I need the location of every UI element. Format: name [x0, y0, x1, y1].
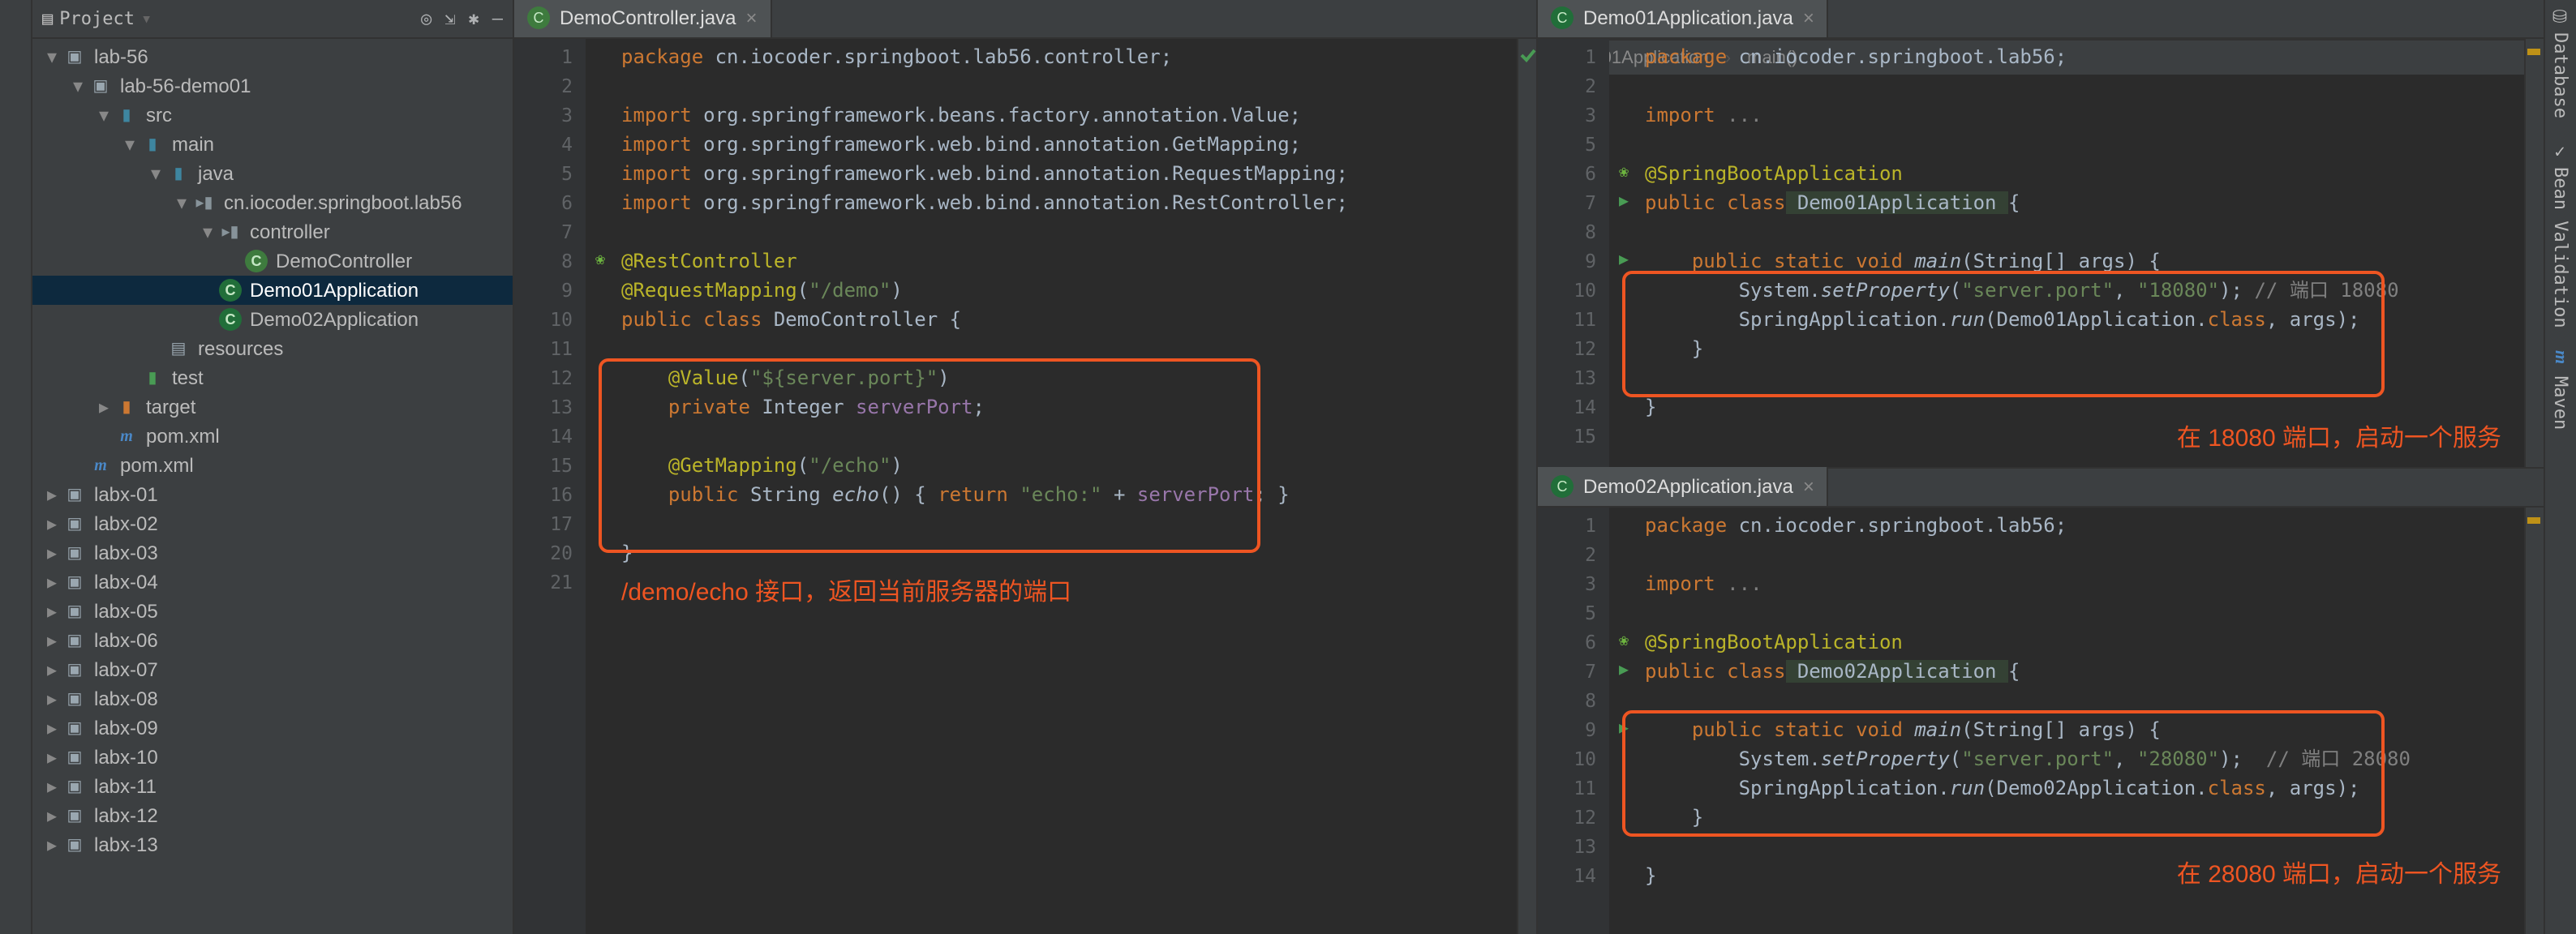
spring-class-icon: C [1551, 474, 1574, 497]
annotation-text-3: 在 28080 端口，启动一个服务 [2177, 860, 2501, 889]
tree-item-labx-03[interactable]: ▸▣labx-03 [32, 538, 513, 568]
tree-item-demo01application[interactable]: CDemo01Application [32, 276, 513, 305]
expand-icon[interactable]: ▸ [42, 600, 62, 623]
maven-icon: m [2551, 351, 2570, 371]
close-icon[interactable]: × [1803, 6, 1814, 29]
expand-icon[interactable]: ▸ [42, 542, 62, 564]
tree-item-target[interactable]: ▸▮target [32, 392, 513, 422]
tree-item-labx-02[interactable]: ▸▣labx-02 [32, 509, 513, 538]
expand-icon[interactable]: ▾ [146, 162, 165, 185]
tree-item-lab-56-demo01[interactable]: ▾▣lab-56-demo01 [32, 71, 513, 101]
expand-icon[interactable]: ▸ [42, 804, 62, 827]
expand-icon[interactable]: ▾ [198, 221, 217, 243]
gutter-r1[interactable]: 12356789101112131415 ❀▶▶ [1538, 39, 1609, 466]
expand-icon[interactable]: ▸ [42, 833, 62, 856]
code-r2[interactable]: package cn.iocoder.springboot.lab56; imp… [1609, 507, 2524, 934]
project-icon: ▤ [42, 8, 53, 29]
tree-item-controller[interactable]: ▾▸▮controller [32, 217, 513, 246]
code-left[interactable]: package cn.iocoder.springboot.lab56.cont… [586, 39, 1517, 934]
error-stripe-left[interactable] [1517, 39, 1536, 934]
tree-item-labx-01[interactable]: ▸▣labx-01 [32, 480, 513, 509]
tree-item-labx-08[interactable]: ▸▣labx-08 [32, 684, 513, 713]
editor-demo01: C Demo01Application.java × 1235678910111… [1538, 0, 2544, 468]
expand-icon[interactable]: ▸ [42, 658, 62, 681]
tool-maven[interactable]: mMaven [2550, 351, 2571, 431]
tab-democontroller[interactable]: C DemoController.java × [514, 0, 771, 37]
chevron-down-icon: ▾ [141, 8, 152, 29]
expand-icon[interactable]: ▸ [42, 571, 62, 593]
close-icon[interactable]: × [745, 6, 757, 29]
java-class-icon: C [527, 6, 550, 29]
tree-item-test[interactable]: ▮test [32, 363, 513, 392]
error-stripe-r2[interactable] [2524, 507, 2544, 934]
locate-icon[interactable]: ◎ [421, 8, 431, 29]
error-stripe-r1[interactable] [2524, 39, 2544, 466]
tree-item-pom-xml[interactable]: mpom.xml [32, 451, 513, 480]
project-tree[interactable]: ▾▣lab-56▾▣lab-56-demo01▾▮src▾▮main▾▮java… [32, 39, 513, 934]
editor-democontroller: C DemoController.java × 1234567891011121… [514, 0, 1538, 934]
annotation-text-1: /demo/echo 接口，返回当前服务器的端口 [621, 579, 1071, 608]
expand-icon[interactable]: ▾ [94, 104, 114, 126]
expand-icon[interactable]: ▸ [42, 483, 62, 506]
tree-item-cn-iocoder-springboot-lab56[interactable]: ▾▸▮cn.iocoder.springboot.lab56 [32, 188, 513, 217]
editor-tabbar-r2: C Demo02Application.java × [1538, 468, 2544, 507]
gutter-r2[interactable]: 123567891011121314 ❀▶▶ [1538, 507, 1609, 934]
tree-item-labx-09[interactable]: ▸▣labx-09 [32, 713, 513, 743]
code-r1[interactable]: package cn.iocoder.springboot.lab56; imp… [1609, 39, 2524, 466]
expand-icon[interactable]: ▸ [42, 775, 62, 798]
tree-item-democontroller[interactable]: CDemoController [32, 246, 513, 276]
annotation-text-2: 在 18080 端口，启动一个服务 [2177, 425, 2501, 454]
expand-icon[interactable]: ▾ [172, 191, 191, 214]
tree-item-labx-05[interactable]: ▸▣labx-05 [32, 597, 513, 626]
tab-demo02application[interactable]: C Demo02Application.java × [1538, 466, 1829, 505]
expand-icon[interactable]: ▸ [42, 512, 62, 535]
tree-item-labx-06[interactable]: ▸▣labx-06 [32, 626, 513, 655]
tree-item-labx-04[interactable]: ▸▣labx-04 [32, 568, 513, 597]
warning-indicator-icon [2527, 49, 2540, 55]
expand-icon[interactable]: ▸ [94, 396, 114, 418]
expand-all-icon[interactable]: ⇲ [444, 8, 455, 29]
tree-item-labx-07[interactable]: ▸▣labx-07 [32, 655, 513, 684]
gear-icon[interactable]: ✱ [469, 8, 479, 29]
validation-icon: ✓ [2551, 141, 2570, 161]
tree-item-src[interactable]: ▾▮src [32, 101, 513, 130]
close-icon[interactable]: × [1803, 474, 1814, 497]
expand-icon[interactable]: ▸ [42, 629, 62, 652]
expand-icon[interactable]: ▾ [42, 45, 62, 68]
database-icon: ⛁ [2551, 6, 2570, 26]
tree-item-lab-56[interactable]: ▾▣lab-56 [32, 42, 513, 71]
editor-tabbar-left: C DemoController.java × [514, 0, 1536, 39]
gutter-left[interactable]: 12345678910111213141516172021 ❀ [514, 39, 586, 934]
right-tool-strip: ⛁Database ✓Bean Validation mMaven [2544, 0, 2576, 934]
tree-item-labx-12[interactable]: ▸▣labx-12 [32, 801, 513, 830]
editor-tabbar-r1: C Demo01Application.java × [1538, 0, 2544, 39]
tree-item-pom-xml[interactable]: mpom.xml [32, 422, 513, 451]
tab-demo01application[interactable]: C Demo01Application.java × [1538, 0, 1829, 37]
left-tool-strip [0, 0, 32, 934]
tree-item-main[interactable]: ▾▮main [32, 130, 513, 159]
tool-database[interactable]: ⛁Database [2550, 6, 2571, 118]
expand-icon[interactable]: ▸ [42, 746, 62, 769]
expand-icon[interactable]: ▾ [68, 75, 88, 97]
expand-icon[interactable]: ▾ [120, 133, 140, 156]
warning-indicator-icon [2527, 516, 2540, 523]
project-panel-header: ▤ Project ▾ ◎ ⇲ ✱ — [32, 0, 513, 39]
hide-icon[interactable]: — [492, 8, 503, 29]
tree-item-labx-10[interactable]: ▸▣labx-10 [32, 743, 513, 772]
project-panel-title[interactable]: ▤ Project ▾ [42, 8, 421, 29]
project-panel: ▤ Project ▾ ◎ ⇲ ✱ — ▾▣lab-56▾▣lab-56-dem… [32, 0, 514, 934]
expand-icon[interactable]: ▸ [42, 688, 62, 710]
tree-item-java[interactable]: ▾▮java [32, 159, 513, 188]
tree-item-resources[interactable]: ▤resources [32, 334, 513, 363]
ok-indicator-icon [1520, 45, 1533, 52]
tree-item-labx-11[interactable]: ▸▣labx-11 [32, 772, 513, 801]
tree-item-demo02application[interactable]: CDemo02Application [32, 305, 513, 334]
spring-class-icon: C [1551, 6, 1574, 29]
tool-bean-validation[interactable]: ✓Bean Validation [2550, 141, 2571, 328]
expand-icon[interactable]: ▸ [42, 717, 62, 739]
tree-item-labx-13[interactable]: ▸▣labx-13 [32, 830, 513, 859]
editor-demo02: C Demo02Application.java × 1235678910111… [1538, 468, 2544, 934]
